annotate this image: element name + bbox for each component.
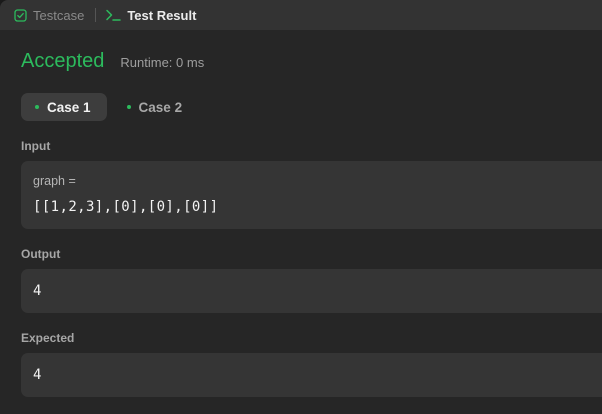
case-tab-label: Case 1 (47, 99, 91, 115)
tab-testcase-label: Testcase (33, 7, 85, 23)
expected-box: 4 (21, 353, 602, 397)
status-row: Accepted Runtime: 0 ms (21, 50, 204, 73)
input-box: graph = [[1,2,3],[0],[0],[0]] (21, 161, 602, 229)
output-label: Output (21, 247, 61, 261)
pass-dot-icon (126, 105, 131, 109)
input-label: Input (21, 139, 51, 153)
result-panel: Accepted Runtime: 0 ms Case 1 Case 2 Inp… (0, 30, 602, 414)
status-label: Accepted (21, 50, 105, 72)
terminal-prompt-icon (105, 8, 122, 22)
panel-tab-bar: Testcase Test Result (0, 0, 602, 30)
tab-test-result[interactable]: Test Result (105, 0, 196, 30)
output-box: 4 (21, 269, 602, 313)
input-var-name: graph = (33, 174, 76, 188)
tab-test-result-label: Test Result (127, 7, 197, 23)
input-value[interactable]: [[1,2,3],[0],[0],[0]] (33, 199, 218, 215)
case-tab-1[interactable]: Case 1 (21, 93, 107, 121)
case-tab-2[interactable]: Case 2 (113, 93, 199, 121)
pass-dot-icon (35, 105, 39, 109)
test-result-pane: Testcase Test Result Accepted Runtime: 0… (0, 0, 602, 414)
output-value[interactable]: 4 (33, 283, 42, 299)
tab-divider (95, 8, 97, 22)
case-tab-label: Case 2 (138, 99, 183, 115)
case-tabs: Case 1 Case 2 (21, 93, 198, 121)
checkbox-icon (14, 8, 27, 22)
tab-testcase[interactable]: Testcase (0, 0, 84, 30)
runtime-text: Runtime: 0 ms (120, 55, 205, 70)
expected-label: Expected (21, 331, 75, 345)
expected-value[interactable]: 4 (33, 367, 42, 383)
